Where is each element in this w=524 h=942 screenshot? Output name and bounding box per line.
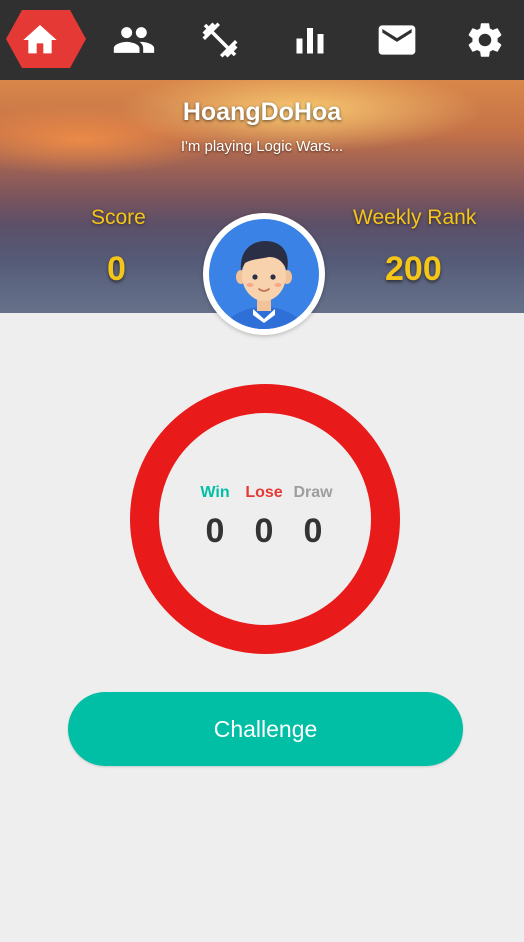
lose-label: Lose — [245, 484, 283, 501]
win-count: 0 — [205, 512, 225, 550]
avatar-circle — [209, 219, 319, 329]
home-icon — [23, 25, 57, 54]
nav-training[interactable] — [188, 8, 252, 72]
score-label: Score — [91, 206, 146, 229]
nav-messages[interactable] — [365, 8, 429, 72]
mail-icon — [378, 25, 416, 55]
weekly-rank-label: Weekly Rank — [353, 206, 477, 229]
bar-chart-icon — [296, 28, 324, 54]
draw-label: Draw — [293, 484, 333, 501]
dumbbell-icon — [202, 22, 238, 58]
boy-avatar-icon — [222, 241, 306, 329]
top-nav-bar — [0, 0, 524, 80]
weekly-rank-value: 200 — [385, 250, 442, 288]
nav-settings[interactable] — [453, 8, 517, 72]
win-label: Win — [200, 484, 230, 501]
nav-friends[interactable] — [102, 8, 166, 72]
lose-count: 0 — [254, 512, 274, 550]
score-value: 0 — [107, 250, 126, 288]
gear-icon — [468, 23, 502, 57]
friends-icon — [113, 27, 155, 53]
nav-leaderboard[interactable] — [278, 8, 342, 72]
draw-count: 0 — [303, 512, 323, 550]
challenge-button[interactable]: Challenge — [68, 692, 463, 766]
username: HoangDoHoa — [182, 98, 342, 126]
status-message: I'm playing Logic Wars... — [180, 138, 344, 155]
nav-home[interactable] — [8, 8, 72, 72]
avatar[interactable] — [203, 213, 325, 335]
